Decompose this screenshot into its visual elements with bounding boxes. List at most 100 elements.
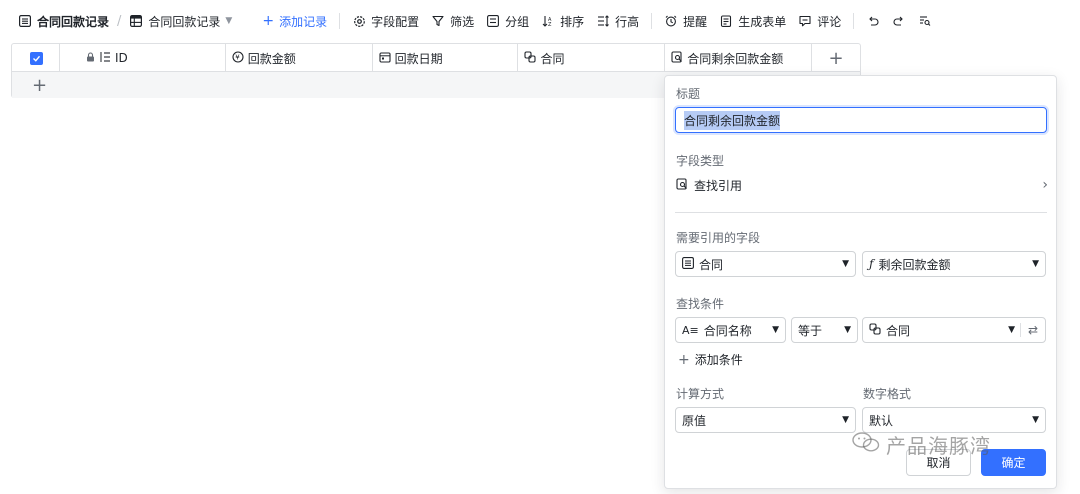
generate-form-label: 生成表单 (738, 14, 787, 29)
link-icon (524, 50, 536, 66)
svg-text:¥: ¥ (235, 53, 240, 61)
caret-down-icon: ▼ (842, 259, 849, 269)
condition-label: 查找条件 (676, 297, 725, 311)
format-label: 数字格式 (863, 387, 912, 401)
watermark-text: 产品海豚湾 (886, 434, 991, 458)
field-type-value: 查找引用 (694, 178, 743, 193)
gear-icon (352, 14, 366, 28)
group-label: 分组 (505, 14, 530, 29)
column-label-remaining: 合同剩余回款金额 (687, 51, 784, 66)
field-config-panel: 标题 合同剩余回款金额 字段类型 查找引用 › 需要引用的字段 合同 ▼ ƒ 剩… (664, 75, 1057, 489)
column-header-id[interactable]: ID (60, 44, 226, 72)
caret-down-icon: ▼ (842, 415, 849, 425)
toolbar: 合同回款记录 / 合同回款记录 ▼ + 添加记录 字段配置 筛选 分组 AZ 排 (0, 0, 1080, 42)
caret-down-icon: ▼ (1008, 325, 1015, 335)
condition-value-text: 合同 (886, 323, 911, 338)
select-all-checkbox[interactable] (30, 51, 43, 65)
condition-field-select[interactable]: A≡ 合同名称 ▼ (675, 317, 786, 343)
link-icon (869, 322, 881, 338)
column-header-amount[interactable]: ¥ 回款金额 (226, 44, 373, 72)
table-name-tab[interactable]: 合同回款记录 (12, 8, 115, 34)
reminder-button[interactable]: 提醒 (658, 8, 713, 34)
lookup-icon (676, 177, 688, 193)
group-icon (486, 14, 500, 28)
grid-header: ID ¥ 回款金额 回款日期 合同 合同剩余回款金额 + (12, 44, 860, 72)
caret-down-icon: ▼ (1032, 415, 1039, 425)
chevron-right-icon: › (1042, 177, 1048, 193)
watermark: 产品海豚湾 (852, 430, 991, 459)
form-icon (719, 14, 733, 28)
group-button[interactable]: 分组 (480, 8, 535, 34)
condition-field-value: 合同名称 (703, 323, 752, 338)
table-icon (682, 256, 694, 272)
add-condition-button[interactable]: + 添加条件 (678, 351, 743, 368)
table-icon (18, 14, 32, 28)
add-column-button[interactable]: + (812, 44, 860, 72)
title-label: 标题 (676, 87, 701, 101)
ref-table-select[interactable]: 合同 ▼ (675, 251, 856, 277)
confirm-label: 确定 (1001, 456, 1026, 470)
formula-icon: ƒ (869, 257, 874, 271)
view-switcher[interactable]: 合同回款记录 ▼ (123, 8, 238, 34)
number-format-value: 默认 (869, 413, 894, 428)
undo-icon (866, 14, 880, 28)
filter-label: 筛选 (450, 14, 475, 29)
select-all-cell[interactable] (12, 44, 60, 72)
column-label-date: 回款日期 (394, 51, 443, 66)
auto-number-icon (99, 51, 111, 66)
currency-icon: ¥ (232, 50, 244, 66)
column-header-contract[interactable]: 合同 (518, 44, 666, 72)
add-record-button[interactable]: + 添加记录 (256, 8, 333, 34)
toolbar-divider (853, 13, 855, 29)
condition-operator-select[interactable]: 等于 ▼ (791, 317, 858, 343)
undo-button[interactable] (860, 8, 886, 34)
lookup-icon (671, 50, 683, 66)
ref-table-value: 合同 (699, 257, 724, 272)
comment-button[interactable]: 评论 (792, 8, 847, 34)
sort-button[interactable]: AZ 排序 (535, 8, 590, 34)
grid-view-icon (129, 14, 143, 28)
filter-icon (431, 14, 445, 28)
table-name: 合同回款记录 (37, 14, 110, 29)
column-label-amount: 回款金额 (247, 51, 296, 66)
caret-down-icon: ▼ (225, 16, 233, 26)
breadcrumb-separator: / (117, 13, 122, 29)
filter-button[interactable]: 筛选 (425, 8, 480, 34)
sort-icon: AZ (541, 14, 555, 28)
column-header-date[interactable]: 回款日期 (373, 44, 519, 72)
caret-down-icon: ▼ (844, 325, 851, 335)
row-height-icon (596, 14, 610, 28)
comment-icon (798, 14, 812, 28)
comment-label: 评论 (817, 14, 842, 29)
toolbar-divider (339, 13, 341, 29)
reminder-label: 提醒 (683, 14, 708, 29)
calc-label: 计算方式 (676, 387, 725, 401)
calc-method-value: 原值 (682, 413, 707, 428)
panel-divider (675, 212, 1047, 213)
field-type-selector[interactable]: 查找引用 › (676, 174, 1048, 196)
search-list-icon (918, 14, 932, 28)
condition-operator-value: 等于 (798, 323, 823, 338)
ref-field-select[interactable]: ƒ 剩余回款金额 ▼ (862, 251, 1046, 277)
text-field-icon: A≡ (682, 323, 699, 337)
condition-value-select[interactable]: 合同 ▼ ⇄ (862, 317, 1046, 343)
caret-down-icon: ▼ (1032, 259, 1039, 269)
toolbar-divider (651, 13, 653, 29)
redo-icon (892, 14, 906, 28)
column-header-remaining[interactable]: 合同剩余回款金额 (665, 44, 813, 72)
plus-icon: + (678, 351, 690, 368)
wechat-icon (852, 431, 880, 458)
generate-form-button[interactable]: 生成表单 (713, 8, 792, 34)
column-label-contract: 合同 (540, 51, 565, 66)
title-input-value: 合同剩余回款金额 (684, 110, 781, 130)
search-records-button[interactable] (912, 8, 938, 34)
calc-method-select[interactable]: 原值 ▼ (675, 407, 856, 433)
add-condition-label: 添加条件 (694, 353, 743, 367)
ref-field-label: 需要引用的字段 (676, 231, 761, 245)
sort-label: 排序 (560, 14, 585, 29)
redo-button[interactable] (886, 8, 912, 34)
field-config-button[interactable]: 字段配置 (346, 8, 425, 34)
swap-icon[interactable]: ⇄ (1021, 317, 1045, 343)
title-input[interactable]: 合同剩余回款金额 (675, 107, 1047, 133)
row-height-button[interactable]: 行高 (590, 8, 645, 34)
